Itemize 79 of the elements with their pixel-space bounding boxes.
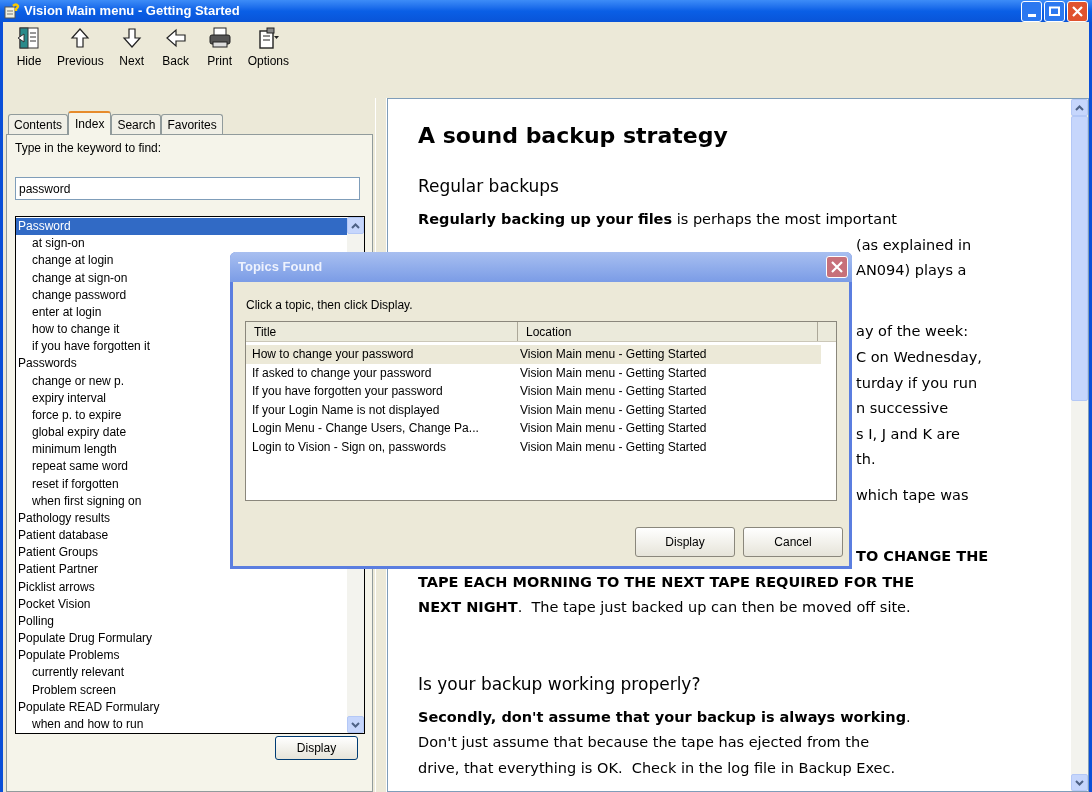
index-item[interactable]: Problem screen: [16, 681, 347, 699]
display-button[interactable]: Display: [635, 527, 735, 557]
index-item[interactable]: currently relevant: [16, 664, 347, 682]
topic-row[interactable]: If asked to change your password Vision Main menu - Getting Started: [246, 363, 821, 382]
close-button[interactable]: [826, 256, 848, 278]
toolbar-button[interactable]: Hide: [7, 24, 51, 68]
index-item[interactable]: Patient Partner: [16, 561, 347, 579]
scrollbar[interactable]: [1071, 99, 1088, 791]
paragraph-line: which tape was: [856, 485, 969, 505]
paragraph-line: TAPE EACH MORNING TO THE NEXT TAPE REQUIRED FOR THE: [418, 572, 915, 592]
index-item[interactable]: Picklist arrows: [16, 578, 347, 596]
dialog-instruction: Click a topic, then click Display.: [246, 297, 414, 314]
maximize-button[interactable]: [1044, 0, 1065, 22]
caret-down-icon: [351, 721, 360, 728]
window-title: Vision Main menu - Getting Started: [24, 2, 240, 21]
close-button[interactable]: [1067, 0, 1088, 22]
paragraph-line: turday if you run: [856, 373, 978, 393]
topic-row[interactable]: Login Menu - Change Users, Change Pa... Vision Main menu - Getting Started: [246, 419, 821, 438]
paragraph-line: th.: [856, 450, 876, 470]
toolbar-button[interactable]: Options: [241, 24, 296, 68]
section-heading: Is your backup working properly?: [418, 672, 701, 696]
document-icon: [256, 26, 281, 50]
toolbar-button[interactable]: Next: [109, 24, 154, 68]
help-book-icon: [4, 3, 20, 19]
index-item[interactable]: Pocket Vision: [16, 595, 347, 613]
paragraph-line: drive, that everything is OK. Check in the log file in Backup Exec.: [418, 758, 896, 778]
minimize-icon: [1027, 13, 1036, 17]
article-title: A sound backup strategy: [418, 122, 729, 150]
scroll-down-button[interactable]: [347, 716, 364, 733]
scroll-down-button[interactable]: [1071, 774, 1088, 791]
close-icon: [1072, 5, 1083, 17]
index-item[interactable]: Password: [16, 218, 347, 236]
paragraph-line: Don't just assume that because the tape has ejected from the: [418, 733, 870, 753]
index-item[interactable]: Populate READ Formulary: [16, 698, 347, 716]
caret-up-icon: [1075, 104, 1084, 111]
paragraph-line: TO CHANGE THE: [856, 547, 989, 567]
close-icon: [831, 261, 843, 273]
scroll-up-button[interactable]: [1071, 99, 1088, 116]
index-item[interactable]: Populate Problems: [16, 647, 347, 665]
maximize-icon: [1049, 6, 1060, 16]
topic-row[interactable]: If you have forgotten your password Vision Main menu - Getting Started: [246, 382, 821, 401]
dialog-title: Topics Found: [238, 258, 323, 277]
tab[interactable]: Search: [111, 114, 162, 134]
paragraph-line: NEXT NIGHT. The tape just backed up can then be moved off site.: [418, 598, 911, 618]
paragraph-line: C on Wednesday,: [856, 347, 982, 367]
section-heading: Regular backups: [418, 175, 559, 198]
topic-row[interactable]: How to change your password Vision Main menu - Getting Started: [246, 345, 821, 364]
tab[interactable]: Index: [68, 111, 112, 135]
toolbar-button[interactable]: Back: [153, 24, 198, 68]
paragraph-line: AN094) plays a: [856, 261, 967, 281]
topic-row[interactable]: Login to Vision - Sign on, passwords Vision Main menu - Getting Started: [246, 437, 821, 456]
paragraph-line: Secondly, don't assume that your backup is always working.: [418, 707, 911, 727]
index-item[interactable]: Populate Drug Formulary: [16, 630, 347, 648]
display-button[interactable]: Display: [275, 736, 358, 760]
column-header[interactable]: Title: [246, 322, 518, 341]
keyword-label: Type in the keyword to find:: [15, 140, 163, 157]
topic-row[interactable]: If your Login Name is not displayed Vision Main menu - Getting Started: [246, 400, 821, 419]
caret-down-icon: [1075, 779, 1084, 786]
pane-toggle-icon: [17, 26, 41, 50]
scroll-up-button[interactable]: [347, 217, 364, 234]
paragraph-line: Regularly backing up your files is perhaps the most important: [418, 210, 898, 229]
toolbar-button[interactable]: Previous: [51, 24, 110, 68]
paragraph-line: n successive: [856, 399, 949, 419]
scroll-thumb[interactable]: [1071, 116, 1088, 401]
tab[interactable]: Contents: [8, 114, 69, 134]
minimize-button[interactable]: [1021, 0, 1042, 22]
paragraph-line: (as explained in: [856, 235, 972, 255]
cancel-button[interactable]: Cancel: [743, 527, 843, 557]
tab[interactable]: Favorites: [161, 114, 223, 134]
caret-up-icon: [351, 222, 360, 229]
toolbar-button[interactable]: Print: [197, 24, 242, 68]
printer-icon: [207, 26, 232, 50]
index-item[interactable]: at sign-on: [16, 235, 347, 253]
index-item[interactable]: when and how to run: [16, 716, 347, 734]
column-header[interactable]: Location: [518, 322, 818, 341]
paragraph-line: ay of the week:: [856, 322, 969, 342]
index-item[interactable]: Polling: [16, 612, 347, 631]
paragraph-line: s I, J and K are: [856, 424, 960, 444]
keyword-field[interactable]: password: [15, 177, 360, 200]
